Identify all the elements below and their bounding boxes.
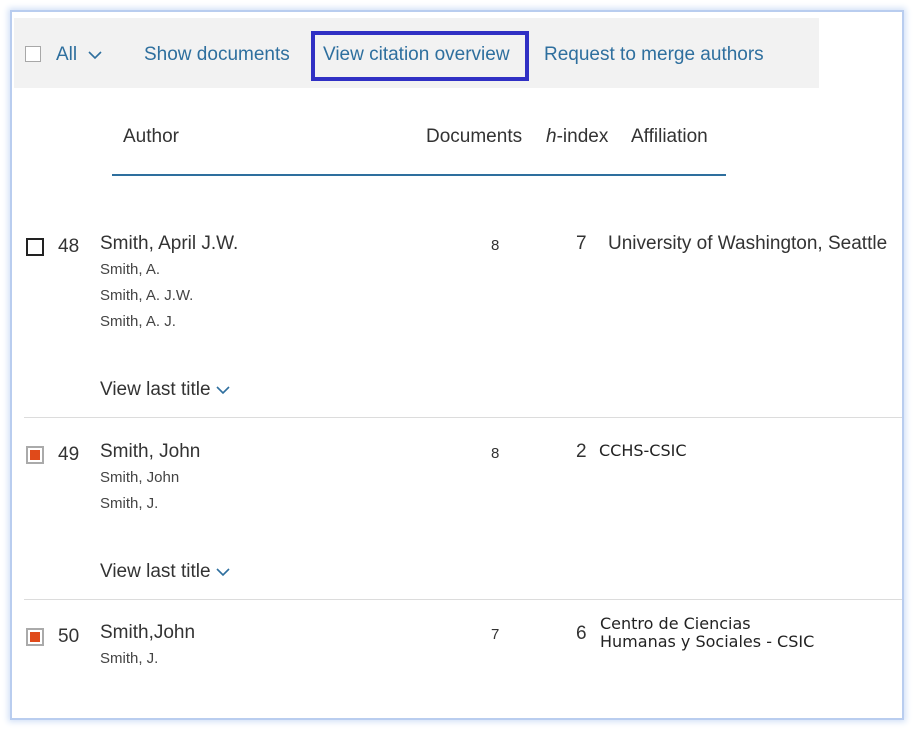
chevron-down-icon xyxy=(215,568,230,577)
row-divider xyxy=(24,599,902,600)
view-last-title-label: View last title xyxy=(100,561,211,582)
select-all-checkbox[interactable] xyxy=(25,46,41,62)
author-name-link[interactable]: Smith, April J.W. xyxy=(100,233,238,255)
name-variant: Smith, J. xyxy=(100,495,159,512)
view-last-title-toggle[interactable]: View last title xyxy=(100,561,231,583)
document-count-link[interactable]: 8 xyxy=(491,445,499,462)
request-merge-authors-link[interactable]: Request to merge authors xyxy=(544,44,764,66)
highlight-annotation-box xyxy=(311,31,529,81)
document-count-link[interactable]: 7 xyxy=(491,626,499,643)
name-variant: Smith, A. xyxy=(100,261,161,278)
affiliation-line-1: Centro de Ciencias xyxy=(600,614,751,633)
affiliation: CCHS-CSIC xyxy=(599,441,687,460)
column-header-author[interactable]: Author xyxy=(123,126,179,148)
result-number: 48 xyxy=(58,236,80,257)
name-variant: Smith, John xyxy=(100,469,180,486)
column-header-documents[interactable]: Documents xyxy=(426,126,522,148)
select-all-dropdown[interactable]: All xyxy=(56,44,77,66)
h-index-value: 6 xyxy=(576,623,587,644)
author-name-link[interactable]: Smith,John xyxy=(100,622,195,644)
chevron-down-icon xyxy=(215,386,230,395)
chevron-down-icon[interactable] xyxy=(87,46,103,62)
h-index-value: 2 xyxy=(576,441,587,462)
results-toolbar: All Show documents View citation overvie… xyxy=(14,18,819,88)
row-checkbox[interactable] xyxy=(26,238,44,256)
h-index-italic: h xyxy=(546,126,557,147)
row-checkbox[interactable] xyxy=(26,628,44,646)
show-documents-link[interactable]: Show documents xyxy=(144,44,290,66)
result-number: 50 xyxy=(58,626,80,647)
view-last-title-label: View last title xyxy=(100,379,211,400)
affiliation: University of Washington, Seattle xyxy=(608,233,888,254)
column-header-affiliation[interactable]: Affiliation xyxy=(631,126,708,148)
results-panel: All Show documents View citation overvie… xyxy=(10,10,904,720)
name-variant: Smith, A. J.W. xyxy=(100,287,194,304)
h-index-value: 7 xyxy=(576,233,587,254)
result-number: 49 xyxy=(58,444,80,465)
column-header-h-index[interactable]: h-index xyxy=(546,126,608,148)
name-variant: Smith, J. xyxy=(100,650,159,667)
affiliation-line-2: Humanas y Sociales - CSIC xyxy=(600,632,815,651)
h-index-suffix: -index xyxy=(556,126,609,147)
row-divider xyxy=(24,417,902,418)
name-variant: Smith, A. J. xyxy=(100,313,176,330)
row-checkbox[interactable] xyxy=(26,446,44,464)
table-header: Author Documents h-index Affiliation xyxy=(112,122,726,176)
view-last-title-toggle[interactable]: View last title xyxy=(100,379,231,401)
author-name-link[interactable]: Smith, John xyxy=(100,441,200,463)
document-count-link[interactable]: 8 xyxy=(491,237,499,254)
